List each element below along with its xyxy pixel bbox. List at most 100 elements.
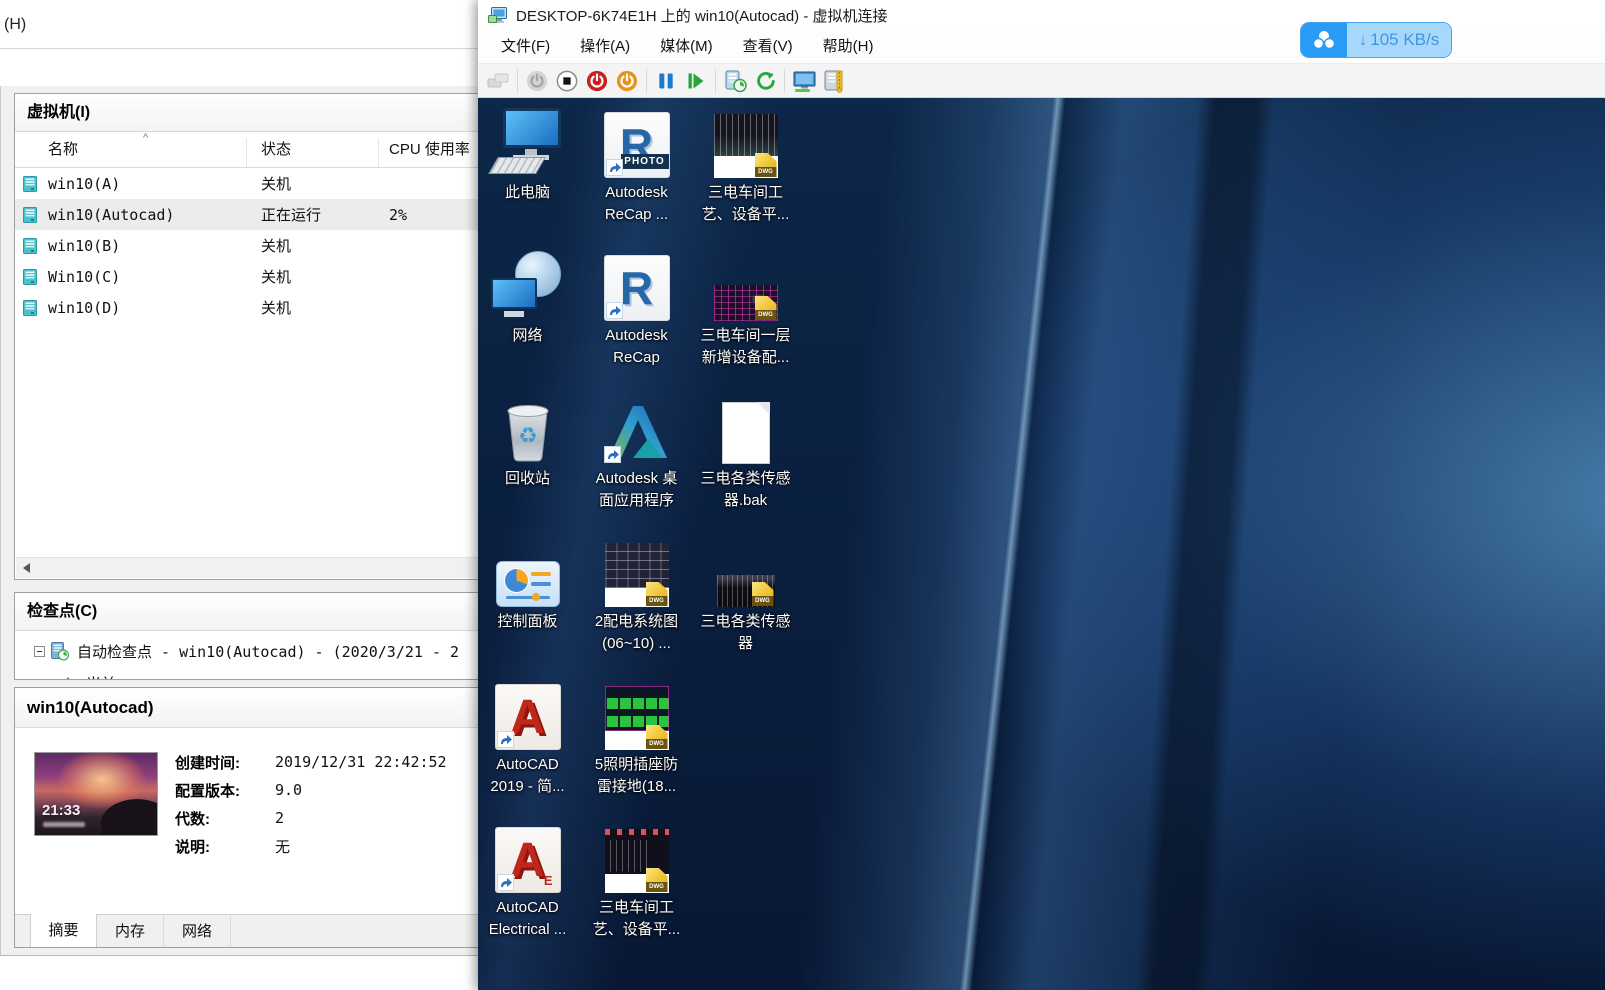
vm-name: win10(B) — [48, 237, 120, 255]
tab-summary[interactable]: 摘要 — [30, 914, 97, 947]
reset-button[interactable] — [681, 66, 711, 96]
desktop-icon-this-pc[interactable]: 此电脑 — [478, 104, 580, 247]
vm-row-win10-autocad-selected[interactable]: win10(Autocad) 正在运行 2% — [15, 199, 478, 230]
dwg-file-icon: DWG — [605, 543, 669, 607]
sort-ascending-icon: ^ — [143, 132, 148, 144]
pause-icon — [656, 71, 676, 91]
desktop-icon-dwg-file[interactable]: DWG 2配电系统图 (06~10) ... — [585, 533, 689, 676]
revert-button[interactable] — [750, 66, 780, 96]
virtual-machine-icon — [23, 269, 37, 285]
column-header-cpu[interactable]: CPU 使用率 — [379, 138, 478, 167]
vm-state: 关机 — [247, 297, 379, 318]
checkpoint-tree-item[interactable]: 自动检查点 - win10(Autocad) - (2020/3/21 - 2 — [15, 636, 478, 666]
upgrade-configuration-button[interactable] — [819, 66, 849, 96]
control-panel-icon — [496, 561, 560, 607]
autodesk-logo-icon — [603, 400, 671, 464]
desktop-icon-label: Autodesk 桌 面应用程序 — [596, 468, 678, 512]
svg-text:♻: ♻ — [518, 423, 538, 448]
desktop-icon-label: 三电各类传感 器 — [700, 611, 790, 655]
photo-badge: PHOTO — [621, 154, 669, 169]
vm-screen-thumbnail[interactable]: 21:33 — [34, 752, 158, 836]
hyperv-manager-window: (H) 虚拟机(I) ^ 名称 状态 CPU 使用率 win10(A) 关机 w… — [0, 0, 478, 990]
dwg-file-icon: DWG — [605, 829, 669, 893]
desktop-icon-dwg-file[interactable]: DWG 三电各类传感 器 — [694, 533, 798, 676]
enhanced-session-button[interactable] — [789, 66, 819, 96]
revert-arrow-icon — [754, 70, 776, 92]
shut-down-button[interactable] — [582, 66, 612, 96]
menu-help[interactable]: 帮助(H) — [808, 30, 889, 63]
desktop-icon-autocad-2019[interactable]: A AutoCAD 2019 - 简... — [478, 676, 580, 819]
vm-name: win10(Autocad) — [48, 206, 174, 224]
vm-row-win10-d[interactable]: win10(D) 关机 — [15, 292, 478, 323]
column-header-name[interactable]: 名称 — [15, 138, 247, 167]
scroll-left-button[interactable] — [16, 558, 37, 578]
toolbar-separator — [517, 69, 518, 93]
electrical-e-badge: E — [544, 873, 553, 888]
collapse-expander-icon[interactable] — [34, 646, 45, 657]
pause-button[interactable] — [651, 66, 681, 96]
menu-view[interactable]: 查看(V) — [728, 30, 808, 63]
download-speed: ↓ 105 KB/s — [1347, 23, 1451, 57]
tab-memory[interactable]: 内存 — [97, 915, 164, 947]
desktop-icon-label: Autodesk ReCap ... — [605, 182, 668, 226]
menu-media[interactable]: 媒体(M) — [645, 30, 728, 63]
field-value: 9.0 — [275, 781, 302, 799]
column-header-state[interactable]: 状态 — [247, 138, 379, 167]
toolbar-separator — [715, 69, 716, 93]
autocad-electrical-icon: A E — [495, 827, 561, 893]
desktop-icon-autodesk-app[interactable]: Autodesk 桌 面应用程序 — [585, 390, 689, 533]
vm-cpu: 2% — [379, 206, 478, 224]
divider — [0, 48, 478, 49]
virtual-machines-panel: 虚拟机(I) ^ 名称 状态 CPU 使用率 win10(A) 关机 win10… — [14, 93, 478, 580]
vm-panel-title: 虚拟机(I) — [15, 94, 478, 132]
desktop-icon-autocad-electrical[interactable]: A E AutoCAD Electrical ... — [478, 819, 580, 962]
desktop-icon-recap-photo[interactable]: R PHOTO Autodesk ReCap ... — [585, 104, 689, 247]
vm-state: 正在运行 — [247, 204, 379, 225]
desktop-icon-recycle-bin[interactable]: ♻ 回收站 — [478, 390, 580, 533]
turn-off-button[interactable] — [552, 66, 582, 96]
tab-network[interactable]: 网络 — [164, 915, 231, 947]
checkpoint-button[interactable] — [720, 66, 750, 96]
desktop-icon-recap[interactable]: R Autodesk ReCap — [585, 247, 689, 390]
virtual-machine-icon — [23, 238, 37, 254]
vm-details-panel: win10(Autocad) 21:33 创建时间:2019/12/31 22:… — [14, 687, 478, 948]
this-pc-icon — [491, 108, 565, 178]
desktop-icon-dwg-file[interactable]: DWG 三电车间一层 新增设备配... — [694, 247, 798, 390]
desktop-icon-dwg-file[interactable]: DWG 5照明插座防 雷接地(18... — [585, 676, 689, 819]
vm-row-win10-c[interactable]: Win10(C) 关机 — [15, 261, 478, 292]
checkpoint-icon — [51, 642, 69, 661]
shortcut-arrow-icon — [606, 159, 623, 176]
desktop-icon-network[interactable]: 网络 — [478, 247, 580, 390]
recap-photo-icon: R PHOTO — [604, 112, 670, 178]
checkpoint-label: 自动检查点 - win10(Autocad) - (2020/3/21 - 2 — [77, 641, 459, 662]
vm-desktop[interactable]: 此电脑 R PHOTO Autodesk ReCap ... DWG 三电车间工… — [478, 98, 1605, 990]
desktop-icon-dwg-file[interactable]: DWG 三电车间工 艺、设备平... — [585, 819, 689, 962]
menu-file[interactable]: 文件(F) — [486, 30, 565, 63]
baidu-netdisk-speed-overlay[interactable]: ↓ 105 KB/s — [1300, 22, 1452, 58]
desktop-icon-control-panel[interactable]: 控制面板 — [478, 533, 580, 676]
menu-action[interactable]: 操作(A) — [565, 30, 645, 63]
desktop-icon-label: 三电车间一层 新增设备配... — [700, 325, 790, 369]
toolbar — [478, 63, 1605, 98]
horizontal-scrollbar[interactable] — [16, 557, 478, 578]
shortcut-arrow-icon — [606, 302, 623, 319]
save-button[interactable] — [612, 66, 642, 96]
vm-row-win10-a[interactable]: win10(A) 关机 — [15, 168, 478, 199]
desktop-icon-label: 5照明插座防 雷接地(18... — [595, 754, 678, 798]
details-panel-title: win10(Autocad) — [15, 688, 478, 728]
vm-name: win10(D) — [48, 299, 120, 317]
desktop-icon-bak-file[interactable]: 三电各类传感 器.bak — [694, 390, 798, 533]
start-button[interactable] — [522, 66, 552, 96]
stop-icon — [556, 70, 578, 92]
desktop-icon-dwg-file[interactable]: DWG 三电车间工 艺、设备平... — [694, 104, 798, 247]
vm-row-win10-b[interactable]: win10(B) 关机 — [15, 230, 478, 261]
checkpoints-panel: 检查点(C) 自动检查点 - win10(Autocad) - (2020/3/… — [14, 592, 478, 680]
checkpoint-current-item[interactable]: 当前 — [15, 668, 478, 680]
toolbar-separator — [784, 69, 785, 93]
window-title: DESKTOP-6K74E1H 上的 win10(Autocad) - 虚拟机连… — [516, 5, 888, 26]
shortcut-arrow-icon — [604, 446, 621, 463]
vm-state: 关机 — [247, 173, 379, 194]
autocad-icon: A — [495, 684, 561, 750]
dwg-file-icon: DWG — [605, 686, 669, 750]
ctrl-alt-del-button[interactable] — [483, 66, 513, 96]
